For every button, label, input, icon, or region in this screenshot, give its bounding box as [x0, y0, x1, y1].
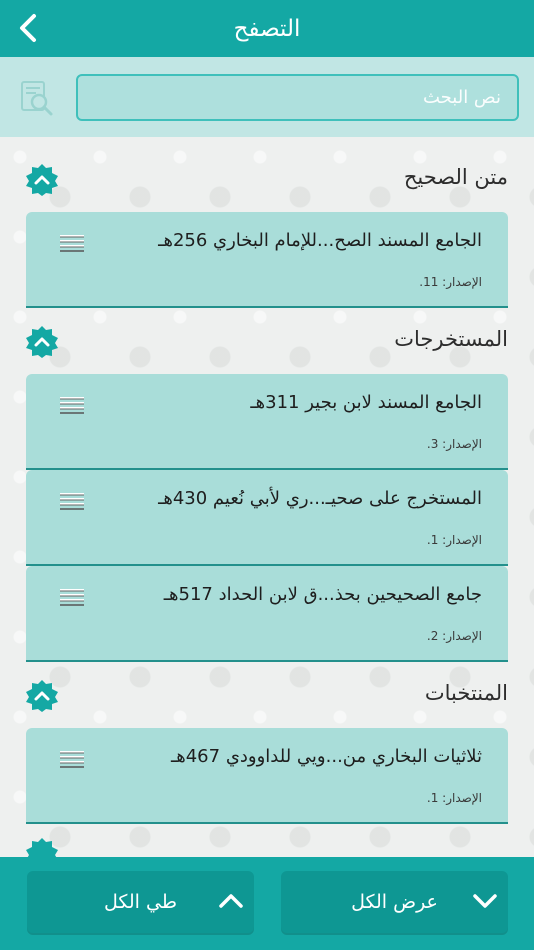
document-lines-icon	[60, 751, 84, 768]
list-item[interactable]: ثلاثيات البخاري من...ويي للداوودي 467هـ …	[26, 728, 508, 824]
collapse-arrow-icon[interactable]	[25, 163, 59, 197]
expand-all-button[interactable]: عرض الكل	[281, 871, 508, 933]
search-input[interactable]	[76, 74, 519, 121]
collapse-arrow-icon[interactable]	[25, 679, 59, 713]
collapse-all-label: طي الكل	[104, 891, 177, 913]
document-lines-icon	[60, 493, 84, 510]
back-button[interactable]	[8, 8, 48, 48]
section-title: المنتخبات	[424, 681, 508, 705]
bottom-toolbar: طي الكل عرض الكل	[0, 857, 534, 950]
top-bar: التصفح	[0, 0, 534, 57]
section-header[interactable]: المستخرجات	[0, 321, 534, 365]
chevron-up-icon	[219, 894, 243, 908]
list-item[interactable]: جامع الصحيحين بحذ...ق لابن الحداد 517هـ …	[26, 566, 508, 662]
collapse-arrow-icon	[26, 838, 58, 857]
item-version: الإصدار: 2.	[426, 629, 482, 643]
item-title: الجامع المسند الصح...للإمام البخاري 256ه…	[158, 230, 482, 251]
item-title: ثلاثيات البخاري من...ويي للداوودي 467هـ	[170, 746, 482, 767]
item-title: المستخرج على صحيـ...ري لأبي نُعيم 430هـ	[158, 488, 482, 509]
section-header[interactable]: المنتخبات	[0, 675, 534, 719]
browse-list: متن الصحيح الجامع المسند الصح...للإمام ا…	[0, 137, 534, 857]
section-title: المستخرجات	[394, 327, 508, 351]
search-bar	[0, 57, 534, 137]
expand-all-label: عرض الكل	[351, 891, 438, 913]
section-header[interactable]: متن الصحيح	[0, 159, 534, 203]
document-lines-icon	[60, 397, 84, 414]
collapse-arrow-icon[interactable]	[25, 325, 59, 359]
item-title: الجامع المسند لابن بجير 311هـ	[250, 392, 482, 413]
collapse-all-button[interactable]: طي الكل	[27, 871, 254, 933]
page-title: التصفح	[233, 15, 301, 42]
next-section-badge[interactable]	[25, 837, 59, 857]
chevron-down-icon	[473, 894, 497, 908]
search-book-icon[interactable]	[16, 78, 56, 118]
item-version: الإصدار: 11.	[419, 275, 482, 289]
list-item[interactable]: الجامع المسند الصح...للإمام البخاري 256ه…	[26, 212, 508, 308]
item-version: الإصدار: 3.	[426, 437, 482, 451]
item-version: الإصدار: 1.	[426, 791, 482, 805]
section-title: متن الصحيح	[403, 165, 508, 189]
document-lines-icon	[60, 235, 84, 252]
item-version: الإصدار: 1.	[426, 533, 482, 547]
chevron-left-icon	[20, 14, 36, 42]
list-item[interactable]: المستخرج على صحيـ...ري لأبي نُعيم 430هـ …	[26, 470, 508, 566]
item-title: جامع الصحيحين بحذ...ق لابن الحداد 517هـ	[163, 584, 482, 605]
document-lines-icon	[60, 589, 84, 606]
list-item[interactable]: الجامع المسند لابن بجير 311هـ الإصدار: 3…	[26, 374, 508, 470]
